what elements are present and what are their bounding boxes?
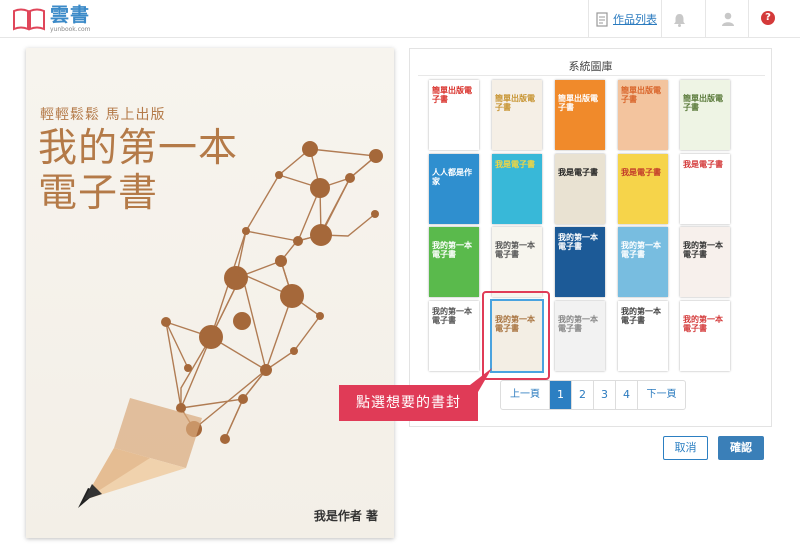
instruction-callout: 點選想要的書封 bbox=[339, 385, 478, 421]
cover-thumbnail[interactable]: 我的第一本電子書 bbox=[555, 227, 605, 297]
cancel-button[interactable]: 取消 bbox=[663, 436, 708, 460]
page-button-4[interactable]: 4 bbox=[615, 381, 637, 409]
cover-thumbnail[interactable]: 簡單出版電子書 bbox=[555, 80, 605, 150]
cover-thumbnail[interactable]: 簡單出版電子書 bbox=[618, 80, 668, 150]
cover-thumbnail[interactable]: 簡單出版電子書 bbox=[680, 80, 730, 150]
cover-title: 我的第一本 電子書 bbox=[38, 126, 238, 216]
cover-thumbnail[interactable]: 我是電子書 bbox=[618, 154, 668, 224]
page-button-2[interactable]: 2 bbox=[571, 381, 593, 409]
thumbnail-title: 我是電子書 bbox=[683, 160, 723, 169]
help-icon[interactable]: ? bbox=[761, 11, 775, 25]
system-gallery-panel: 系統圖庫 簡單出版電子書 簡單出版電子書 簡單出版電子書 簡單出版電子書 簡單出版電子書… bbox=[409, 48, 772, 427]
thumbnail-title: 人人都是作家 bbox=[432, 168, 472, 186]
divider bbox=[748, 0, 749, 38]
cover-thumbnail[interactable]: 我的第一本電子書 bbox=[680, 301, 730, 371]
cover-title-line1: 我的第一本 bbox=[38, 126, 239, 171]
thumbnail-title: 我的第一本電子書 bbox=[558, 315, 598, 333]
bell-icon[interactable] bbox=[673, 12, 686, 31]
cover-thumbnail[interactable]: 簡單出版電子書 bbox=[429, 80, 479, 150]
logo-domain: yunbook.com bbox=[50, 25, 91, 33]
top-bar: 雲書 yunbook.com 作品列表 ? bbox=[0, 0, 800, 38]
confirm-button[interactable]: 確認 bbox=[718, 436, 764, 460]
thumbnail-title: 我的第一本電子書 bbox=[495, 241, 535, 259]
thumbnail-title: 我的第一本電子書 bbox=[432, 307, 472, 325]
prev-page-button[interactable]: 上一頁 bbox=[501, 381, 549, 409]
cover-thumbnail[interactable]: 我的第一本電子書 bbox=[618, 301, 668, 371]
logo[interactable]: 雲書 yunbook.com bbox=[12, 4, 91, 34]
thumbnail-title: 我是電子書 bbox=[495, 160, 535, 169]
divider bbox=[661, 0, 662, 38]
logo-title: 雲書 bbox=[50, 3, 91, 26]
cover-thumbnail[interactable]: 我的第一本電子書 bbox=[429, 301, 479, 371]
cover-author: 我是作者 著 bbox=[313, 509, 378, 523]
thumbnail-title: 我的第一本電子書 bbox=[558, 233, 598, 251]
thumbnail-title: 簡單出版電子書 bbox=[621, 86, 661, 104]
page-button-1[interactable]: 1 bbox=[549, 381, 571, 409]
gallery-title: 系統圖庫 bbox=[568, 60, 613, 73]
cover-thumbnail[interactable]: 我是電子書 bbox=[680, 154, 730, 224]
cover-tagline: 輕輕鬆鬆 馬上出版 bbox=[40, 107, 166, 123]
cover-thumbnail[interactable]: 我的第一本電子書 bbox=[429, 227, 479, 297]
thumbnail-title: 我的第一本電子書 bbox=[621, 307, 661, 325]
cover-thumbnail[interactable]: 人人都是作家 bbox=[429, 154, 479, 224]
thumbnail-title: 我是電子書 bbox=[558, 168, 598, 177]
cover-title-line2: 電子書 bbox=[38, 171, 159, 216]
next-page-button[interactable]: 下一頁 bbox=[637, 381, 685, 409]
divider bbox=[705, 0, 706, 38]
works-list-link[interactable]: 作品列表 bbox=[596, 9, 657, 29]
cover-preview: 輕輕鬆鬆 馬上出版 我的第一本 電子書 我是作者 著 bbox=[26, 48, 394, 538]
cover-thumbnail[interactable]: 我的第一本電子書 bbox=[680, 227, 730, 297]
cover-thumbnail[interactable]: 我是電子書 bbox=[492, 154, 542, 224]
page-button-3[interactable]: 3 bbox=[593, 381, 615, 409]
pagination: 上一頁 1 2 3 4 下一頁 bbox=[500, 380, 686, 410]
user-icon[interactable] bbox=[721, 11, 735, 30]
cover-thumbnail[interactable]: 我是電子書 bbox=[555, 154, 605, 224]
thumbnail-title: 簡單出版電子書 bbox=[683, 94, 723, 112]
divider bbox=[588, 0, 589, 38]
document-icon bbox=[596, 11, 608, 27]
cover-thumbnail[interactable]: 我的第一本電子書 bbox=[618, 227, 668, 297]
thumbnail-title: 我的第一本電子書 bbox=[683, 315, 723, 333]
thumbnail-title: 簡單出版電子書 bbox=[495, 94, 535, 112]
cover-thumbnail[interactable]: 簡單出版電子書 bbox=[492, 80, 542, 150]
book-logo-icon bbox=[12, 6, 46, 32]
thumbnail-title: 我的第一本電子書 bbox=[432, 241, 472, 259]
thumbnail-title: 簡單出版電子書 bbox=[432, 86, 472, 104]
cover-thumbnail[interactable]: 我的第一本電子書 bbox=[492, 227, 542, 297]
selection-highlight bbox=[482, 291, 550, 380]
thumbnail-title: 我的第一本電子書 bbox=[621, 241, 661, 259]
thumbnail-title: 簡單出版電子書 bbox=[558, 94, 598, 112]
cover-thumbnail[interactable]: 我的第一本電子書 bbox=[555, 301, 605, 371]
divider bbox=[418, 75, 765, 76]
works-list-label[interactable]: 作品列表 bbox=[613, 11, 657, 27]
thumbnail-title: 我是電子書 bbox=[621, 168, 661, 177]
thumbnail-title: 我的第一本電子書 bbox=[683, 241, 723, 259]
